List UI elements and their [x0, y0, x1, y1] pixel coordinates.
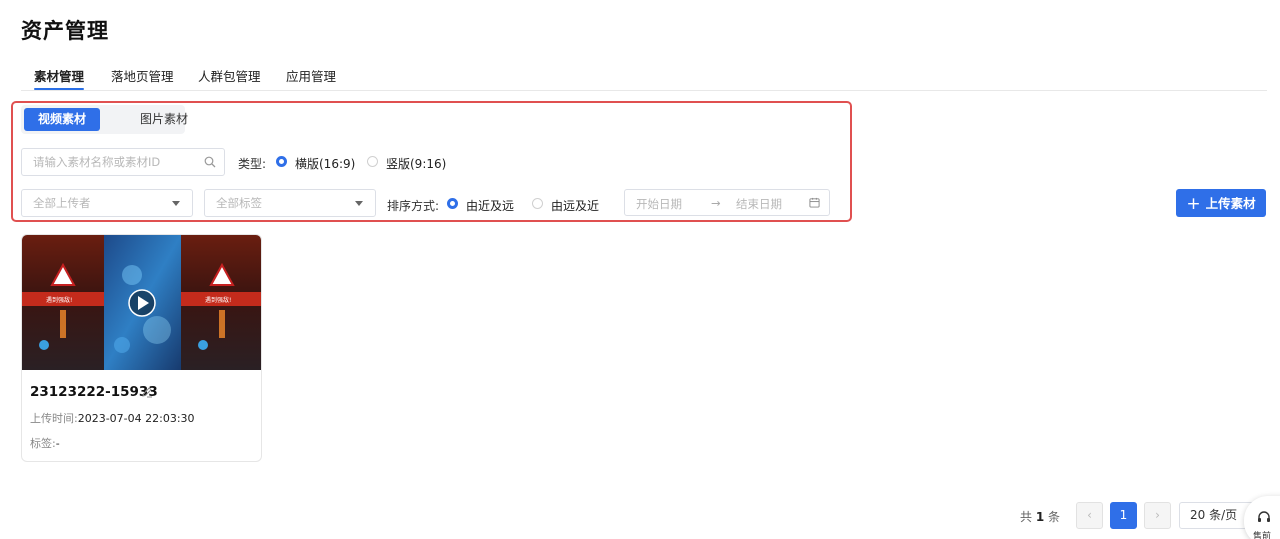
uploader-placeholder: 全部上传者 [33, 196, 91, 210]
upload-time-label: 上传时间: [30, 412, 78, 425]
search-input[interactable]: 请输入素材名称或素材ID [21, 148, 225, 176]
type-radio-vertical[interactable] [367, 156, 378, 167]
tag-row: 标签:- [30, 435, 60, 451]
total-count: 1 [1035, 510, 1045, 524]
date-range-picker[interactable]: 开始日期 → 结束日期 [624, 189, 830, 216]
edit-icon[interactable] [141, 386, 153, 398]
search-icon [204, 156, 216, 168]
date-arrow-icon: → [711, 196, 721, 210]
date-start-input[interactable]: 开始日期 [636, 196, 682, 212]
type-label: 类型: [238, 157, 267, 171]
sort-radio-oldest[interactable] [532, 198, 543, 209]
presales-label: 售前 [1253, 532, 1272, 539]
caret-down-icon [355, 201, 363, 206]
caret-down-icon [172, 201, 180, 206]
type-option-horizontal-label[interactable]: 横版(16:9) [295, 155, 355, 172]
thumb-banner-right: 遇到强敌! [205, 296, 231, 304]
upload-material-button[interactable]: + 上传素材 [1176, 189, 1266, 217]
pagination-total: 共 1 条 [1020, 510, 1061, 524]
sort-label: 排序方式: [387, 199, 440, 213]
card-title: 23123222-15933 [30, 384, 158, 400]
material-type-switch: 视频素材 图片素材 [21, 105, 188, 134]
upload-button-label: 上传素材 [1205, 196, 1256, 211]
sort-radio-newest[interactable] [447, 198, 458, 209]
page-title: 资产管理 [21, 19, 109, 43]
material-card[interactable]: 遇到强敌! 遇到强敌! 23123222-15933 上传时间:2023-07-… [21, 234, 262, 462]
prev-page-button[interactable]: ‹ [1076, 502, 1103, 529]
next-page-button[interactable]: › [1144, 502, 1171, 529]
tab-landing-page[interactable]: 落地页管理 [111, 66, 174, 85]
type-option-vertical-label[interactable]: 竖版(9:16) [386, 155, 446, 172]
page-1-button[interactable]: 1 [1110, 502, 1137, 529]
date-end-input[interactable]: 结束日期 [736, 196, 782, 212]
video-material-button[interactable]: 视频素材 [24, 108, 100, 131]
sort-option-oldest-label[interactable]: 由远及近 [551, 197, 599, 214]
calendar-icon [809, 197, 820, 208]
plus-icon: + [1186, 194, 1201, 214]
tag-select[interactable]: 全部标签 [204, 189, 376, 217]
uploader-select[interactable]: 全部上传者 [21, 189, 193, 217]
upload-time-value: 2023-07-04 22:03:30 [77, 412, 195, 425]
tag-value: - [55, 437, 60, 450]
video-thumbnail[interactable]: 遇到强敌! 遇到强敌! [22, 235, 261, 370]
tab-audience[interactable]: 人群包管理 [198, 66, 261, 85]
upload-time-row: 上传时间:2023-07-04 22:03:30 [30, 410, 195, 426]
image-material-button[interactable]: 图片素材 [126, 108, 202, 131]
tab-bar: 素材管理 落地页管理 人群包管理 应用管理 [21, 60, 1267, 91]
sort-option-newest-label[interactable]: 由近及远 [466, 197, 514, 214]
active-tab-indicator [34, 88, 84, 90]
type-radio-horizontal[interactable] [276, 156, 287, 167]
headset-icon [1258, 511, 1270, 522]
tab-app[interactable]: 应用管理 [286, 66, 336, 85]
thumb-banner-left: 遇到强敌! [46, 296, 72, 304]
tag-placeholder: 全部标签 [216, 196, 262, 210]
tab-material[interactable]: 素材管理 [34, 66, 84, 85]
search-placeholder: 请输入素材名称或素材ID [33, 155, 161, 169]
tag-label: 标签: [30, 437, 56, 450]
